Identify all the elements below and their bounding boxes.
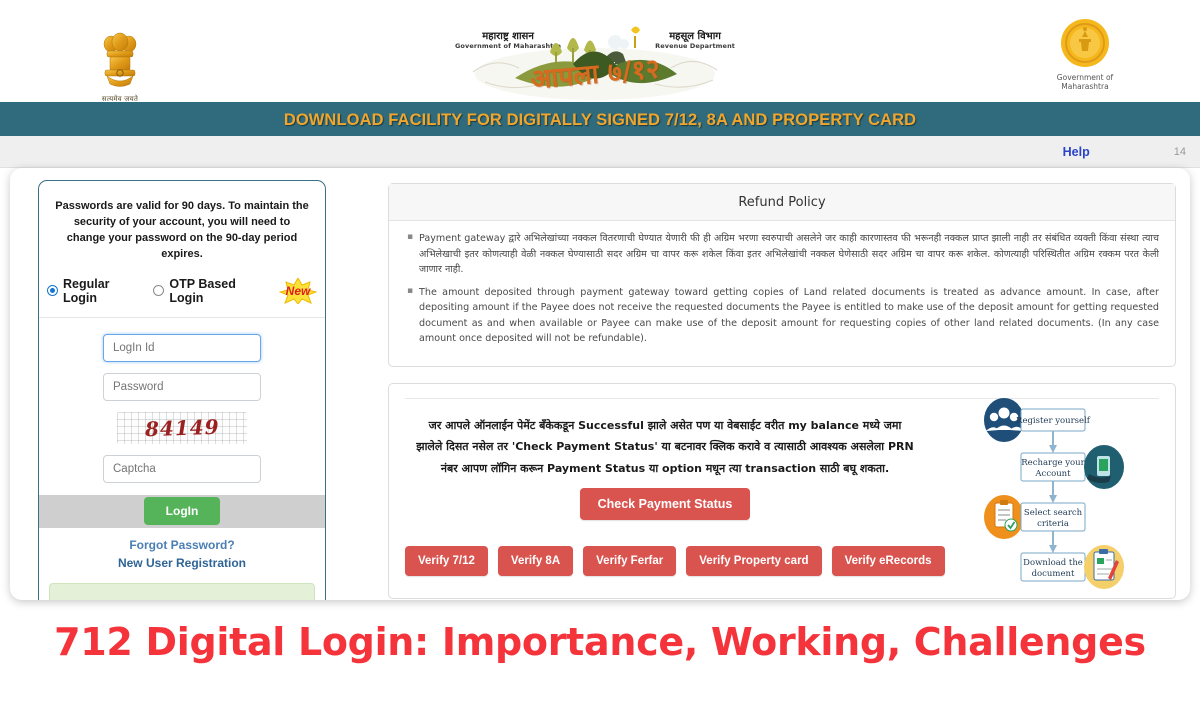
- banner-text: DOWNLOAD FACILITY FOR DIGITALLY SIGNED 7…: [283, 110, 917, 129]
- login-mode-selector: Regular Login OTP Based Login New: [39, 277, 325, 318]
- refund-policy-panel: Refund Policy Payment gateway द्वारे अभि…: [388, 183, 1176, 367]
- government-of-maharashtra-seal-icon: [1061, 19, 1109, 67]
- refund-policy-header: Refund Policy: [389, 184, 1175, 221]
- download-facility-banner: DOWNLOAD FACILITY FOR DIGITALLY SIGNED 7…: [0, 104, 1200, 136]
- captcha-code-text: 84149: [144, 414, 220, 442]
- check-payment-status-wrap: Check Payment Status: [405, 488, 925, 521]
- svg-text:criteria: criteria: [1037, 519, 1069, 529]
- password-input[interactable]: [103, 372, 261, 401]
- radio-otp-login[interactable]: OTP Based Login: [153, 277, 269, 305]
- payment-status-body: जर आपले ऑनलाईन पेमेंट बँकेकडून Successfu…: [389, 384, 1175, 598]
- radio-otp-login-label: OTP Based Login: [169, 276, 236, 305]
- refund-policy-body: Payment gateway द्वारे अभिलेखांच्या नक्क…: [389, 221, 1175, 366]
- svg-text:Register yourself: Register yourself: [1016, 416, 1091, 426]
- login-links: Forgot Password? New User Registration: [39, 528, 325, 579]
- verify-property-card-button[interactable]: Verify Property card: [686, 546, 822, 577]
- svg-text:Download the: Download the: [1023, 558, 1083, 568]
- login-card: Passwords are valid for 90 days. To main…: [38, 180, 326, 600]
- main-content-shell: Passwords are valid for 90 days. To main…: [10, 168, 1190, 600]
- ashoka-lion-capital-emblem: [103, 32, 137, 87]
- captcha-image: 84149: [117, 411, 247, 444]
- maharashtra-seal-block: Government of Maharashtra: [1030, 14, 1140, 104]
- page-title: 712 Digital Login: Importance, Working, …: [54, 620, 1146, 664]
- login-button-bar: LogIn: [39, 494, 325, 528]
- svg-text:document: document: [1032, 569, 1075, 579]
- svg-text:Recharge your: Recharge your: [1021, 458, 1085, 468]
- captcha-input[interactable]: [103, 454, 261, 483]
- svg-text:Account: Account: [1034, 469, 1071, 479]
- radio-regular-login[interactable]: Regular Login: [47, 277, 143, 305]
- new-user-registration-link[interactable]: New User Registration: [39, 554, 325, 573]
- right-column: Refund Policy Payment gateway द्वारे अभि…: [388, 180, 1176, 600]
- help-link[interactable]: Help: [1063, 145, 1090, 159]
- login-id-input[interactable]: [103, 333, 261, 362]
- payment-notice-line-2: झालेले दिसत नसेल तर 'Check Payment Statu…: [416, 440, 914, 454]
- verify-712-button[interactable]: Verify 7/12: [405, 546, 488, 577]
- list-item: The amount deposited through payment gat…: [405, 284, 1159, 347]
- login-form: 84149: [39, 318, 325, 483]
- list-item: Payment gateway द्वारे अभिलेखांच्या नक्क…: [405, 230, 1159, 278]
- password-policy-notice: Passwords are valid for 90 days. To main…: [55, 200, 309, 260]
- svg-text:Select search: Select search: [1024, 508, 1083, 518]
- ashoka-emblem-block: सत्यमेव जयते: [60, 12, 180, 104]
- new-badge: New: [279, 277, 317, 304]
- util-counter: 14: [1173, 145, 1186, 158]
- refund-policy-list: Payment gateway द्वारे अभिलेखांच्या नक्क…: [405, 230, 1159, 347]
- verify-erecords-button[interactable]: Verify eRecords: [831, 546, 945, 577]
- payment-status-panel: जर आपले ऑनलाईन पेमेंट बँकेकडून Successfu…: [388, 382, 1176, 599]
- page-root: सत्यमेव जयते महाराष्ट्र शासन Government …: [0, 0, 1200, 720]
- aapla-satbara-logo: महाराष्ट्र शासन Government of Maharashtr…: [455, 10, 735, 104]
- payment-notice-line-3: नंबर आपण लॉगिन करून Payment Status या op…: [440, 461, 890, 475]
- login-button[interactable]: LogIn: [143, 497, 221, 526]
- check-payment-status-button[interactable]: Check Payment Status: [579, 488, 751, 521]
- forgot-password-link[interactable]: Forgot Password?: [39, 536, 325, 555]
- radio-regular-login-label: Regular Login: [63, 276, 110, 305]
- green-info-strip: [49, 582, 315, 600]
- ashoka-emblem-caption: सत्यमेव जयते: [101, 95, 139, 103]
- radio-regular-login-dot[interactable]: [47, 285, 58, 297]
- radio-otp-login-dot[interactable]: [153, 285, 165, 297]
- verify-ferfar-button[interactable]: Verify Ferfar: [583, 546, 677, 577]
- process-flow-diagram: Register yourself Recharge your Account: [984, 397, 1124, 589]
- utility-bar: Help 14: [0, 136, 1200, 168]
- payment-notice-block: जर आपले ऑनलाईन पेमेंट बँकेकडून Successfu…: [405, 415, 925, 521]
- site-header: सत्यमेव जयते महाराष्ट्र शासन Government …: [0, 0, 1200, 104]
- new-badge-label: New: [285, 283, 311, 298]
- verify-8a-button[interactable]: Verify 8A: [497, 546, 574, 577]
- maharashtra-seal-caption: Government of Maharashtra: [1056, 73, 1114, 92]
- payment-notice-line-1: जर आपले ऑनलाईन पेमेंट बँकेकडून Successfu…: [428, 418, 902, 432]
- refund-policy-title: Refund Policy: [738, 195, 826, 210]
- process-flow-infographic: Register yourself Recharge your Account: [977, 390, 1167, 590]
